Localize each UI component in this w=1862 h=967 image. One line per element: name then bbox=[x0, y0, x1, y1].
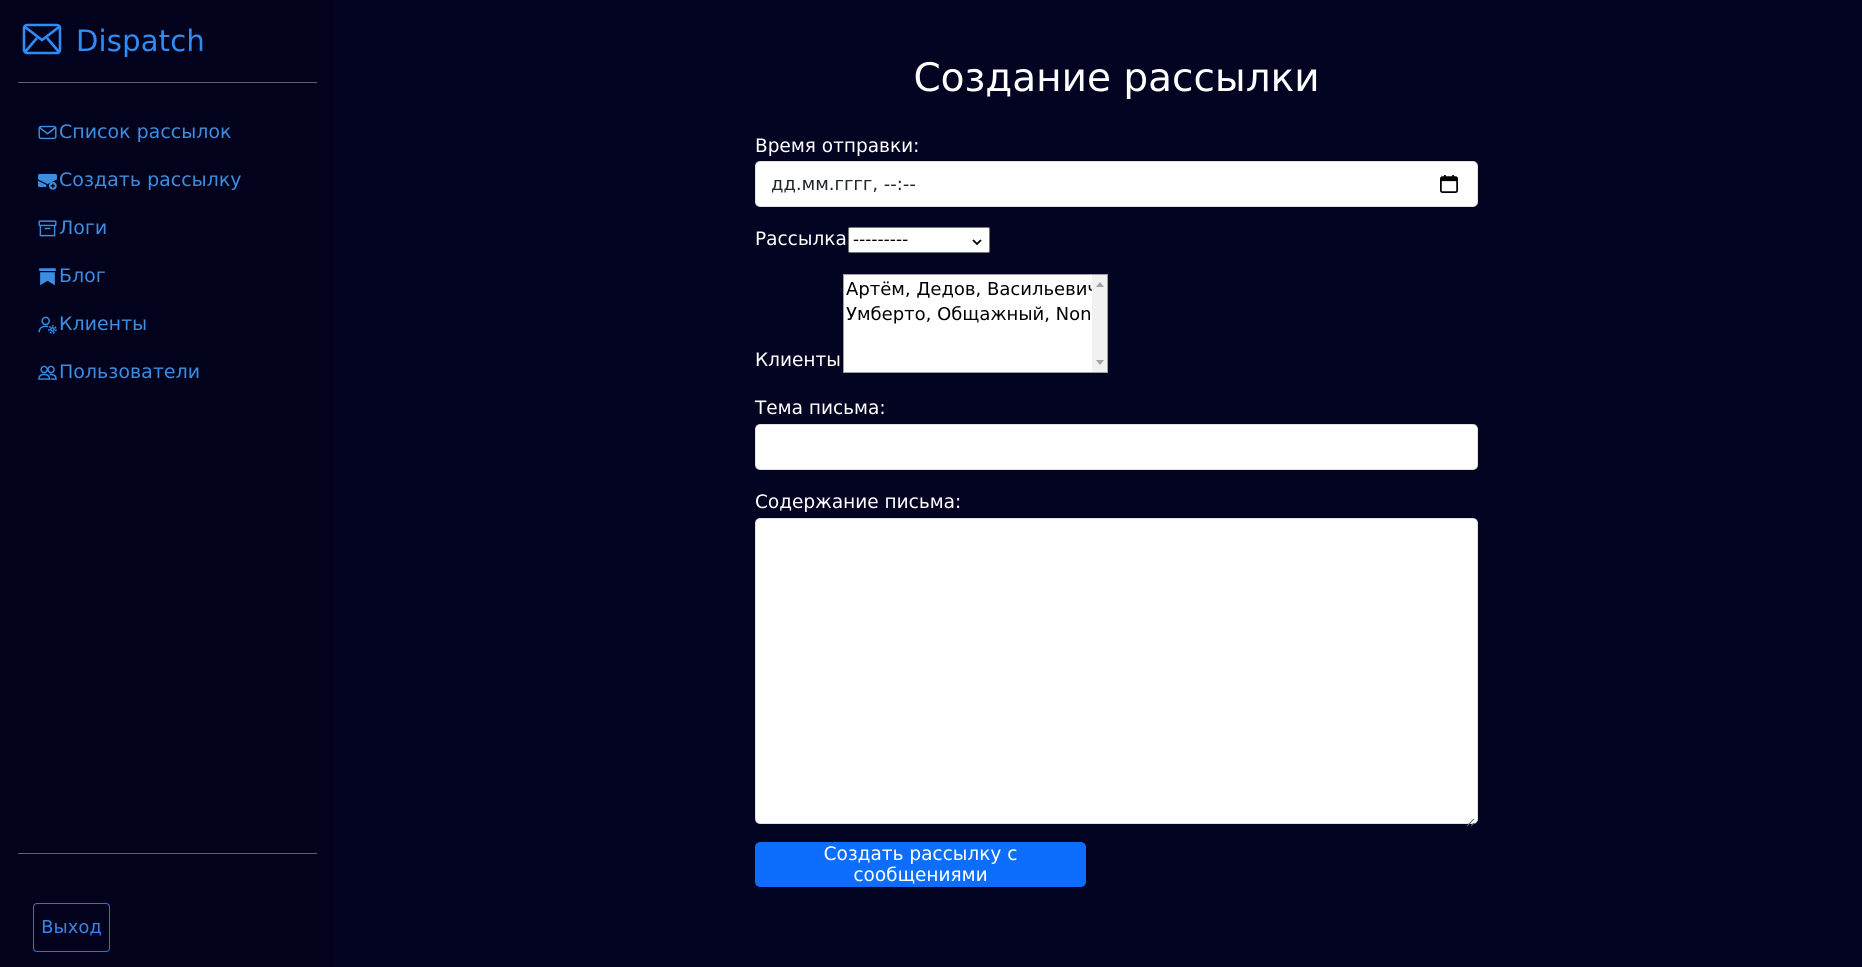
mailing-selected-value: --------- bbox=[853, 230, 909, 250]
sidebar-item-label: Блог bbox=[59, 265, 106, 287]
chevron-down-icon bbox=[971, 233, 983, 246]
archive-icon bbox=[37, 218, 57, 238]
sidebar-item-mailing-list[interactable]: Список рассылок bbox=[37, 108, 242, 156]
send-time-input[interactable]: дд.мм.гггг, --:-- bbox=[755, 161, 1478, 207]
send-time-value: дд.мм.гггг, --:-- bbox=[771, 174, 916, 195]
scroll-up-arrow-icon[interactable] bbox=[1096, 282, 1104, 287]
envelope-logo-icon bbox=[22, 22, 62, 60]
scroll-down-arrow-icon[interactable] bbox=[1096, 360, 1104, 365]
sidebar-item-label: Пользователи bbox=[59, 361, 201, 383]
resize-handle-icon[interactable] bbox=[1466, 812, 1475, 827]
sidebar-item-create-mailing[interactable]: Создать рассылку bbox=[37, 156, 242, 204]
create-mailing-submit-button[interactable]: Создать рассылку с сообщениями bbox=[755, 842, 1086, 887]
subject-label: Тема письма: bbox=[755, 398, 886, 419]
envelope-plus-icon bbox=[37, 170, 57, 190]
people-icon bbox=[37, 362, 57, 382]
bookmarks-icon bbox=[37, 266, 57, 286]
body-textarea[interactable] bbox=[755, 518, 1478, 827]
sidebar-item-users[interactable]: Пользователи bbox=[37, 348, 242, 396]
listbox-scrollbar[interactable] bbox=[1092, 275, 1107, 372]
sidebar-item-label: Создать рассылку bbox=[59, 169, 242, 191]
clients-listbox[interactable]: Артём, Дедов, Васильевич Умберто, Общажн… bbox=[843, 274, 1108, 373]
sidebar-item-label: Логи bbox=[59, 217, 108, 239]
clients-label: Клиенты: bbox=[755, 350, 848, 371]
subject-input[interactable] bbox=[755, 424, 1478, 470]
clients-option[interactable]: Умберто, Общажный, None bbox=[844, 302, 1107, 327]
page-title: Создание рассылки bbox=[913, 56, 1320, 101]
mailing-select[interactable]: --------- bbox=[848, 227, 990, 253]
sidebar-item-logs[interactable]: Логи bbox=[37, 204, 242, 252]
sidebar-divider-bottom bbox=[18, 853, 317, 854]
send-time-label: Время отправки: bbox=[755, 136, 920, 157]
logout-button[interactable]: Выход bbox=[33, 903, 110, 952]
envelope-icon bbox=[37, 122, 57, 142]
body-label: Содержание письма: bbox=[755, 492, 962, 513]
person-gear-icon bbox=[37, 314, 57, 334]
sidebar-item-label: Список рассылок bbox=[59, 121, 232, 143]
sidebar-nav: Список рассылок Создать рассылку Логи Бл… bbox=[37, 108, 242, 396]
sidebar-divider-top bbox=[18, 82, 317, 83]
brand-link[interactable]: Dispatch bbox=[22, 22, 205, 60]
mailing-label: Рассылка: bbox=[755, 229, 854, 250]
sidebar-item-clients[interactable]: Клиенты bbox=[37, 300, 242, 348]
brand-name: Dispatch bbox=[76, 24, 205, 58]
clients-option[interactable]: Артём, Дедов, Васильевич bbox=[844, 277, 1107, 302]
sidebar-item-blog[interactable]: Блог bbox=[37, 252, 242, 300]
sidebar: Dispatch Список рассылок Создать рассылк… bbox=[0, 0, 333, 967]
sidebar-item-label: Клиенты bbox=[59, 313, 148, 335]
calendar-icon[interactable] bbox=[1439, 174, 1459, 194]
